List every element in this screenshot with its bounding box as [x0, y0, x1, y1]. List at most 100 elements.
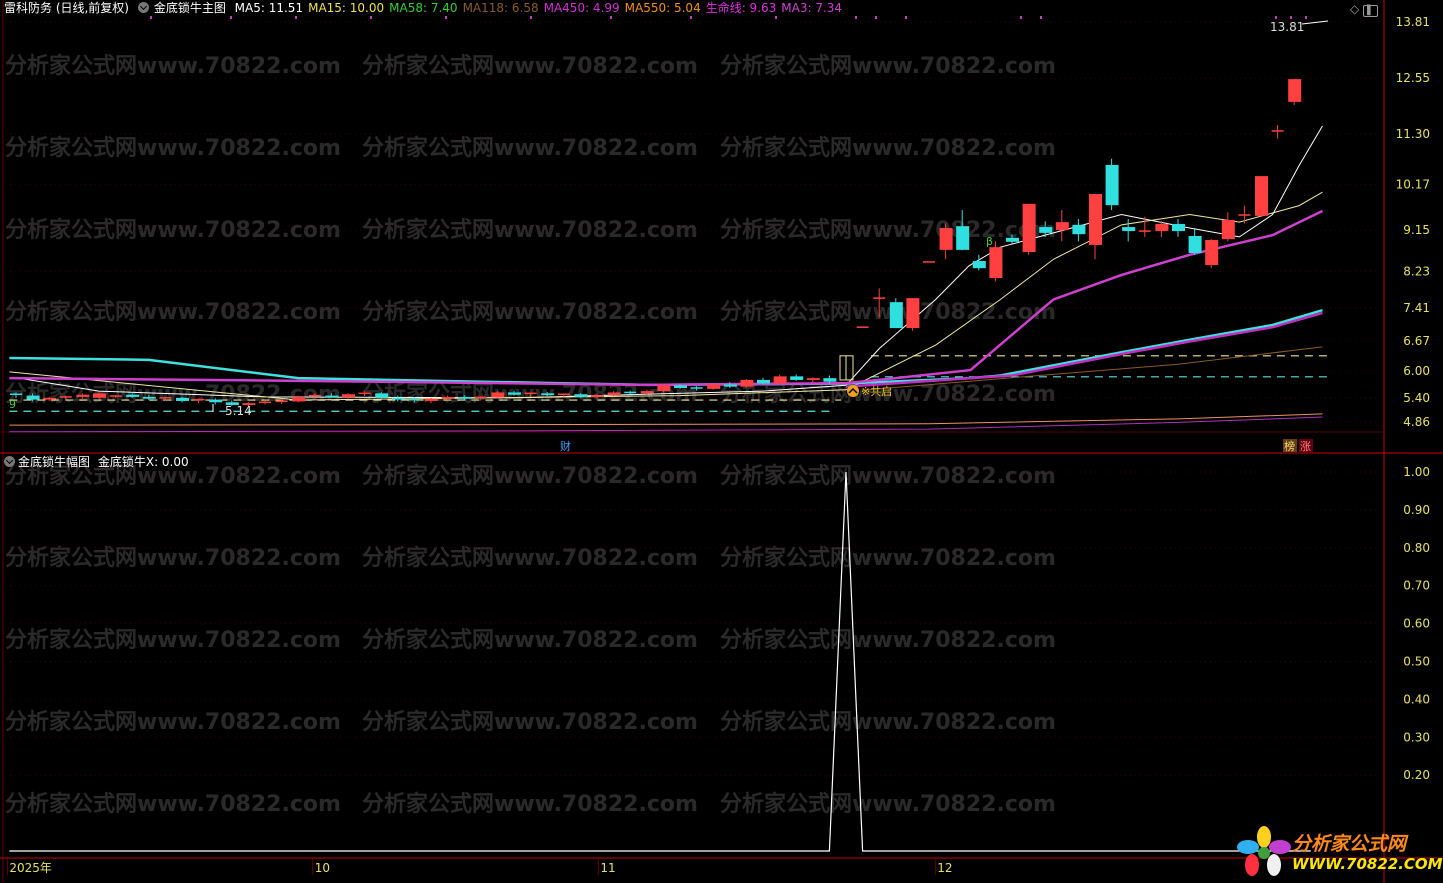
signal-dot [855, 16, 857, 19]
candle-body [1221, 219, 1235, 240]
candle-body [591, 395, 604, 397]
flower-logo-icon [1237, 826, 1291, 876]
panel-toggle-icon[interactable]: ▌ [1363, 5, 1378, 17]
watermark-text: 分析家公式网www.70822.com [5, 627, 341, 653]
candle-body [1155, 223, 1169, 232]
low-price-label: 5.14 [225, 404, 252, 418]
candle-body [972, 261, 986, 269]
candle-body [491, 392, 505, 398]
watermark-text: 分析家公式网www.70822.com [5, 53, 341, 79]
signal-dot [875, 16, 877, 19]
watermark-text: 分析家公式网www.70822.com [362, 135, 698, 161]
cai-marker: 财 [560, 439, 571, 453]
sub-tick-label: 0.20 [1403, 768, 1430, 782]
signal-dot [1305, 16, 1307, 19]
candle-body [889, 302, 903, 329]
indicator-name[interactable]: 金底锁牛主图 [154, 1, 226, 15]
candle-body [773, 376, 787, 384]
ma-legend-item: MA3: 7.34 [781, 1, 843, 15]
date-label: 10 [315, 861, 330, 875]
date-label: 12 [937, 861, 952, 875]
high-price-label: 13.81 [1270, 20, 1304, 34]
signal-dot [230, 16, 232, 19]
bang-label: 榜 [1284, 439, 1295, 453]
watermark-text: 分析家公式网www.70822.com [720, 627, 1056, 653]
sub-tick-label: 0.80 [1403, 541, 1430, 555]
candle-body [26, 395, 40, 400]
candle-body [574, 394, 588, 397]
candle-body [325, 395, 339, 398]
candle-body [1188, 236, 1202, 253]
watermark-text: 分析家公式网www.70822.com [5, 135, 341, 161]
price-tick-label: 8.23 [1403, 264, 1430, 278]
sub-tick-label: 0.60 [1403, 617, 1430, 631]
watermark-text: 分析家公式网www.70822.com [362, 217, 698, 243]
window-controls: ◇ ▌ [1350, 2, 1378, 17]
candle-body [1205, 240, 1219, 266]
signal-dot [690, 16, 692, 19]
signal-dot [370, 16, 372, 19]
sub-indicator-value: 金底锁牛X: 0.00 [97, 455, 189, 469]
candle-body [806, 378, 820, 380]
ma-line-ma5 [15, 125, 1323, 399]
candle-body [723, 384, 737, 387]
ma-legend-item: MA550: 5.04 [624, 1, 701, 15]
candle-body [425, 398, 438, 401]
watermark-text: 分析家公式网www.70822.com [362, 709, 698, 735]
site-logo: 分析家公式网 WWW.70822.COM [1236, 825, 1443, 879]
candle-body [906, 298, 920, 329]
candle-body [707, 384, 721, 389]
sub-tick-label: 0.90 [1403, 503, 1430, 517]
watermark-text: 分析家公式网www.70822.com [5, 299, 341, 325]
watermark-text: 分析家公式网www.70822.com [5, 791, 341, 817]
price-tick-label: 7.41 [1403, 301, 1430, 315]
candle-body [607, 392, 621, 396]
watermark-text: 分析家公式网www.70822.com [720, 299, 1056, 325]
diamond-icon[interactable]: ◇ [1350, 2, 1359, 16]
signal-dot [1020, 16, 1022, 19]
ma-legend-item: MA5: 11.51 [234, 1, 304, 15]
price-tick-label: 12.55 [1396, 71, 1430, 85]
candle-body [209, 399, 223, 403]
watermark-text: 分析家公式网www.70822.com [720, 135, 1056, 161]
candle-body [956, 226, 970, 250]
price-tick-label: 5.40 [1403, 391, 1430, 405]
stock-title[interactable]: 雷科防务 (日线,前复权) [4, 1, 129, 15]
ma-legend-item: MA15: 10.00 [308, 1, 385, 15]
candle-body [43, 397, 57, 400]
sub-tick-label: 0.70 [1403, 579, 1430, 593]
sub-tick-label: 0.50 [1403, 655, 1430, 669]
ma-legend-item: 生命线: 9.63 [705, 1, 777, 15]
watermark-text: 分析家公式网www.70822.com [362, 53, 698, 79]
candle-body [76, 394, 90, 397]
candle-body [657, 385, 671, 392]
main-header: 雷科防务 (日线,前复权) 金底锁牛主图 MA5: 11.51 MA15: 10.… [4, 0, 852, 16]
watermark-text: 分析家公式网www.70822.com [362, 791, 698, 817]
signal-dot [905, 16, 907, 19]
watermark-text: 分析家公式网www.70822.com [362, 545, 698, 571]
price-tick-label: 4.86 [1403, 415, 1430, 429]
watermark-text: 分析家公式网www.70822.com [362, 627, 698, 653]
candle-body [93, 393, 106, 398]
signal-dot [1275, 16, 1277, 19]
signal-dot [1290, 16, 1292, 19]
indicator-toggle-icon[interactable] [137, 2, 149, 13]
signal-dot [445, 16, 447, 19]
stock-chart[interactable]: 分析家公式网www.70822.com 分析家公式网www.70822.com 分析… [0, 0, 1443, 883]
watermark-text: 分析家公式网www.70822.com [720, 709, 1056, 735]
zhang-label: 涨 [1300, 440, 1311, 453]
candle-body [458, 396, 472, 399]
watermark-text: 分析家公式网www.70822.com [720, 791, 1056, 817]
ma-legend-item: MA118: 6.58 [462, 1, 539, 15]
signal-dot [530, 16, 532, 19]
sub-tick-label: 0.30 [1403, 730, 1430, 744]
candle-body [391, 397, 405, 400]
candle-body [1055, 222, 1069, 231]
candle-body [1039, 227, 1053, 233]
sub-indicator-name[interactable]: 金底锁牛幅图 [18, 455, 90, 469]
price-tick-label: 13.81 [1396, 15, 1430, 29]
sub-indicator-toggle-icon[interactable] [4, 456, 15, 467]
watermark-text: 分析家公式网www.70822.com [720, 463, 1056, 489]
candle-body [1255, 176, 1268, 216]
candle-body [375, 393, 389, 398]
